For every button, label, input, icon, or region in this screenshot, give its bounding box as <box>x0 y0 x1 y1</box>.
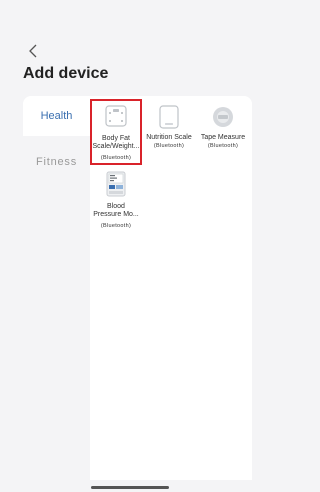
device-tile-blood-pressure-monitor[interactable]: Blood Pressure Mo... (Bluetooth) <box>90 171 142 230</box>
home-indicator <box>91 486 169 489</box>
selection-highlight <box>90 99 142 165</box>
tape-measure-icon <box>210 104 236 130</box>
device-tile-body-fat-scale[interactable]: Body Fat Scale/Weight... (Bluetooth) <box>90 96 142 166</box>
sidebar-item-label: Fitness <box>35 156 78 168</box>
nutrition-scale-icon <box>156 104 182 130</box>
device-name-line2: Pressure Mo... <box>93 211 139 218</box>
app-screen: Add device Health Fitness Body Fat Scale… <box>9 9 252 492</box>
device-tile-tape-measure[interactable]: Tape Measure (Bluetooth) <box>197 96 249 150</box>
sidebar-item-label: Health <box>40 110 73 122</box>
sidebar-item-fitness[interactable]: Fitness <box>23 142 90 182</box>
back-button[interactable] <box>25 43 41 59</box>
device-connection: (Bluetooth) <box>153 143 185 149</box>
device-panel: Health Fitness Body Fat Scale/Weight... … <box>23 96 252 480</box>
device-name: Nutrition Scale <box>146 134 192 141</box>
device-name: Blood <box>107 203 125 210</box>
category-sidebar: Health Fitness <box>23 96 90 480</box>
sidebar-item-health[interactable]: Health <box>23 96 90 136</box>
page-title: Add device <box>23 65 109 82</box>
blood-pressure-monitor-icon <box>103 171 129 197</box>
device-name: Tape Measure <box>200 134 246 141</box>
device-grid: Body Fat Scale/Weight... (Bluetooth) Nut… <box>90 96 252 480</box>
device-tile-nutrition-scale[interactable]: Nutrition Scale (Bluetooth) <box>143 96 195 150</box>
device-connection: (Bluetooth) <box>100 223 132 229</box>
device-connection: (Bluetooth) <box>207 143 239 149</box>
chevron-left-icon <box>29 44 37 58</box>
